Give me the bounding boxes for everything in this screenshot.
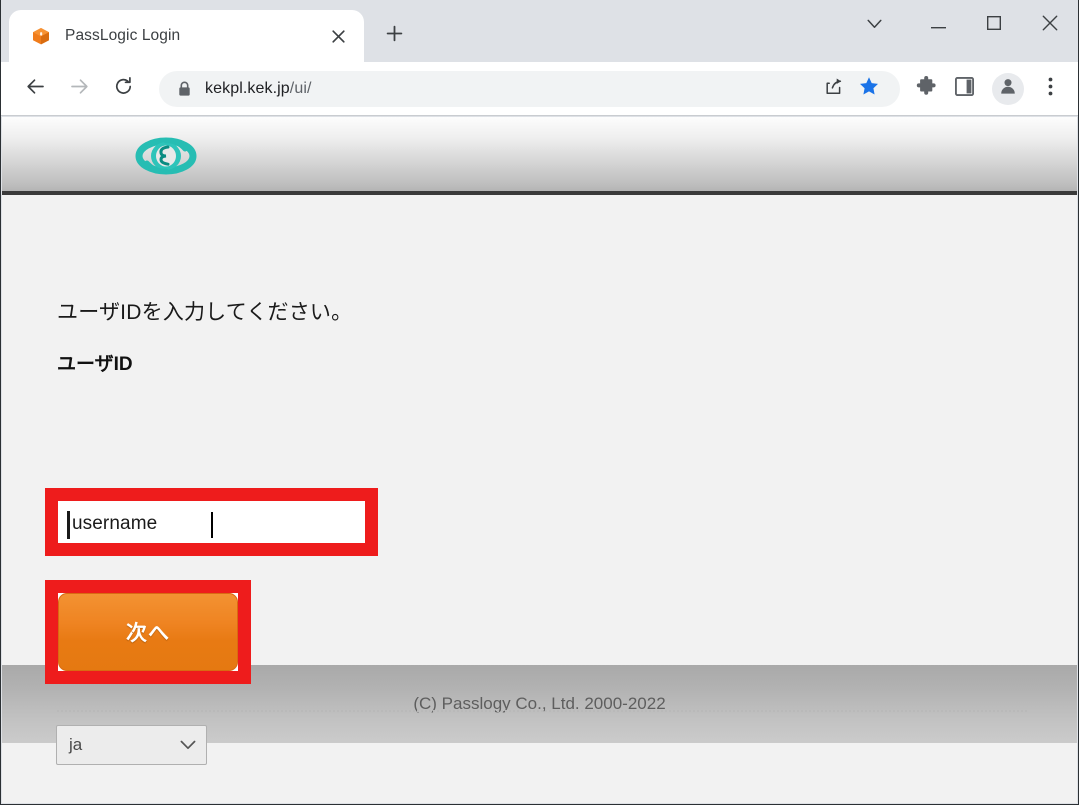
- form-divider: [57, 710, 1027, 712]
- language-select-value: ja: [69, 735, 83, 754]
- login-prompt-text: ユーザIDを入力してください。: [57, 301, 353, 324]
- share-button[interactable]: [816, 72, 850, 106]
- text-cursor: [211, 512, 213, 538]
- url-path: /ui/: [289, 79, 312, 97]
- forward-button: [61, 71, 97, 107]
- tab-close-icon[interactable]: [324, 22, 352, 50]
- profile-button[interactable]: [992, 72, 1024, 105]
- url-text: kekpl.kek.jp/ui/: [205, 80, 312, 98]
- address-bar[interactable]: kekpl.kek.jp/ui/: [159, 70, 900, 107]
- reload-icon: [113, 76, 134, 102]
- kek-teal-logo-icon: [135, 134, 197, 178]
- window-maximize-button[interactable]: [966, 0, 1022, 50]
- userid-input-highlight: username: [45, 488, 378, 556]
- side-panel-icon: [954, 76, 974, 101]
- minimize-icon: [930, 16, 946, 34]
- window-close-button[interactable]: [1022, 0, 1078, 50]
- side-panel-button[interactable]: [946, 71, 982, 107]
- share-icon: [824, 77, 843, 101]
- site-header-banner: [2, 117, 1077, 195]
- tab-title: PassLogic Login: [65, 27, 181, 44]
- back-arrow-icon: [25, 76, 46, 102]
- url-host: kekpl.kek.jp: [205, 79, 290, 97]
- window-controls: [852, 0, 1078, 50]
- toolbar-right-actions: [908, 71, 1066, 107]
- userid-field-label: ユーザID: [57, 354, 133, 375]
- tab-strip: PassLogic Login: [1, 0, 1078, 62]
- language-select[interactable]: ja: [56, 725, 207, 765]
- tab-search-button[interactable]: [852, 0, 896, 50]
- window-minimize-button[interactable]: [910, 0, 966, 50]
- plus-icon: [386, 25, 403, 47]
- person-avatar-icon: [998, 76, 1018, 101]
- bookmark-button[interactable]: [852, 72, 886, 106]
- reload-button[interactable]: [105, 71, 141, 107]
- omnibox-actions: [816, 72, 886, 106]
- login-form-area: ユーザIDを入力してください。 ユーザID username 次へ ja: [2, 195, 1077, 765]
- browser-window: PassLogic Login kekpl.kek.jp/ui/ ユーザIDを入…: [0, 0, 1079, 805]
- star-filled-icon: [859, 76, 879, 101]
- input-focus-caret: [67, 511, 70, 539]
- back-button[interactable]: [17, 71, 53, 107]
- orange-cube-icon: [31, 26, 51, 46]
- forward-arrow-icon: [69, 76, 90, 102]
- extensions-button[interactable]: [908, 71, 944, 107]
- three-dot-menu-icon: [1048, 77, 1053, 101]
- submit-button-highlight: 次へ: [45, 580, 251, 684]
- browser-menu-button[interactable]: [1034, 71, 1066, 107]
- puzzle-piece-icon: [916, 75, 937, 102]
- close-icon: [1042, 15, 1058, 36]
- userid-input-value: username: [72, 513, 158, 534]
- chevron-down-icon: [180, 740, 196, 750]
- page-viewport: ユーザIDを入力してください。 ユーザID username 次へ ja (C)…: [2, 117, 1077, 803]
- maximize-icon: [986, 15, 1002, 35]
- new-tab-button[interactable]: [374, 16, 414, 56]
- browser-toolbar: kekpl.kek.jp/ui/: [1, 62, 1078, 116]
- chevron-down-icon: [866, 16, 882, 34]
- language-select-control[interactable]: ja: [56, 725, 207, 765]
- browser-tab-passlogic-login[interactable]: PassLogic Login: [9, 10, 364, 62]
- submit-next-button[interactable]: 次へ: [58, 593, 238, 671]
- lock-icon: [173, 81, 195, 97]
